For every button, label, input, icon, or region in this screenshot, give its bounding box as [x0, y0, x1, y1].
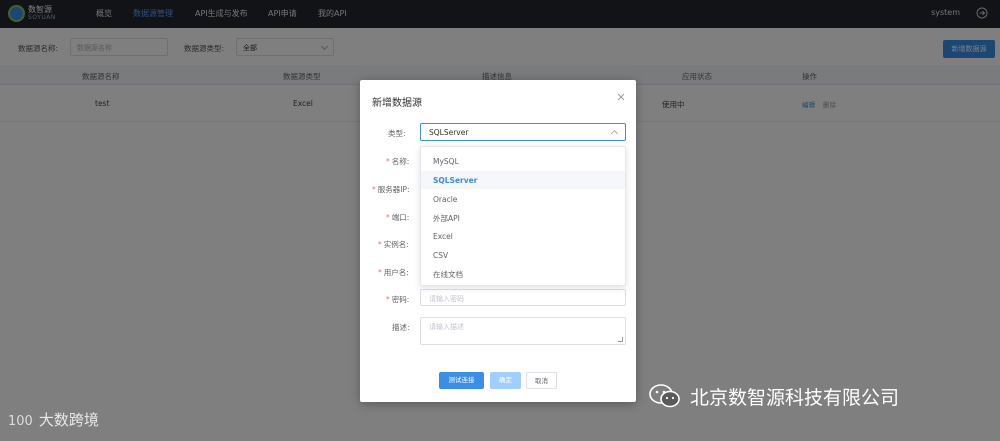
username-label-text: 用户名:	[383, 268, 409, 277]
test-connection-button[interactable]: 测试连接	[439, 372, 484, 389]
dropdown-option-oracle[interactable]: Oracle	[421, 190, 625, 208]
server-ip-label-text: 服务器IP:	[377, 185, 410, 194]
dropdown-option-mysql[interactable]: MySQL	[421, 152, 625, 170]
password-input[interactable]: 请输入密码	[420, 289, 626, 306]
instance-label: * 实例名:	[378, 239, 409, 250]
watermark-left-text: 大数跨境	[38, 411, 99, 429]
dropdown-option-csv[interactable]: CSV	[421, 246, 625, 264]
dropdown-option-excel[interactable]: Excel	[421, 227, 625, 245]
name-label: * 名称:	[386, 156, 409, 167]
description-placeholder: 请输入描述	[429, 323, 464, 331]
confirm-button[interactable]: 确定	[490, 372, 521, 389]
server-ip-label: * 服务器IP:	[372, 184, 410, 195]
type-select[interactable]: SQLServer	[420, 123, 626, 141]
username-label: * 用户名:	[378, 267, 409, 278]
description-label: 描述:	[392, 323, 410, 332]
password-placeholder: 请输入密码	[429, 295, 464, 303]
required-mark: *	[386, 213, 390, 222]
required-mark: *	[386, 157, 390, 166]
chevron-up-icon	[610, 129, 619, 138]
port-label-text: 端口:	[391, 213, 410, 222]
type-dropdown-menu: MySQL SQLServer Oracle 外部API Excel CSV 在…	[420, 146, 626, 286]
dropdown-option-online-doc[interactable]: 在线文档	[421, 264, 625, 282]
password-label: * 密码:	[386, 294, 409, 305]
port-label: * 端口:	[386, 212, 409, 223]
type-label: 类型:	[388, 129, 406, 138]
watermark-right-text: 北京数智源科技有限公司	[690, 387, 900, 409]
dropdown-option-external-api[interactable]: 外部API	[421, 208, 625, 226]
description-textarea[interactable]: 请输入描述	[420, 317, 626, 345]
dropdown-option-sqlserver[interactable]: SQLServer	[421, 171, 625, 189]
required-mark: *	[386, 295, 390, 304]
type-select-value: SQLServer	[429, 128, 469, 137]
dialog-title: 新增数据源	[372, 98, 422, 109]
password-label-text: 密码:	[391, 295, 410, 304]
required-mark: *	[378, 240, 382, 249]
instance-label-text: 实例名:	[383, 240, 409, 249]
required-mark: *	[378, 268, 382, 277]
resize-grip-icon[interactable]	[618, 337, 623, 342]
close-icon[interactable]	[616, 92, 626, 102]
wechat-icon	[649, 384, 680, 408]
watermark-left-logo: 100	[8, 414, 33, 429]
required-mark: *	[372, 185, 376, 194]
cancel-button[interactable]: 取消	[526, 372, 557, 389]
name-label-text: 名称:	[391, 157, 410, 166]
watermark-left: 100 大数跨境	[8, 409, 99, 430]
